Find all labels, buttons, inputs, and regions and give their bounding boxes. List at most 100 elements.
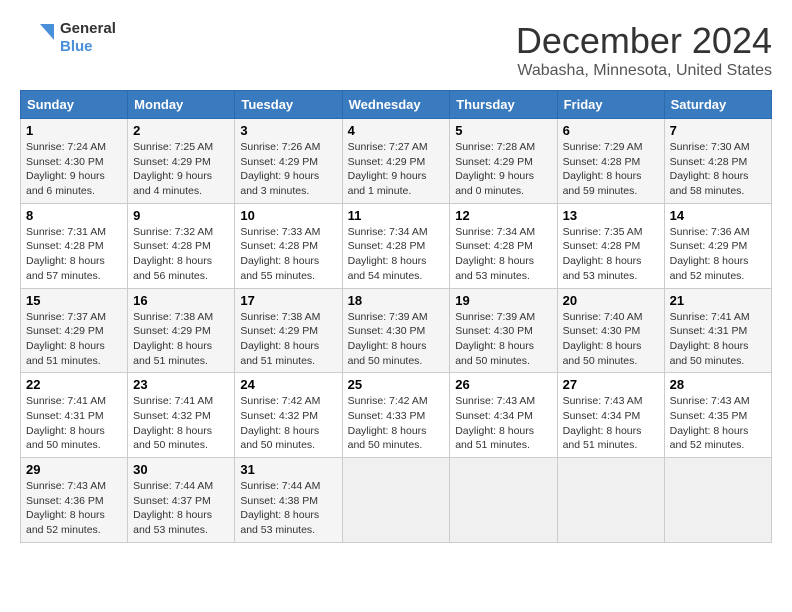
calendar-week-2: 15 Sunrise: 7:37 AMSunset: 4:29 PMDayligh…	[21, 288, 772, 373]
calendar-cell: 19 Sunrise: 7:39 AMSunset: 4:30 PMDayligh…	[450, 288, 557, 373]
calendar-cell: 27Sunrise: 7:43 AMSunset: 4:34 PMDayligh…	[557, 373, 664, 458]
day-info: Sunrise: 7:30 AMSunset: 4:28 PMDaylight:…	[670, 140, 766, 199]
calendar-week-4: 29 Sunrise: 7:43 AMSunset: 4:36 PMDayligh…	[21, 458, 772, 543]
header-row: SundayMondayTuesdayWednesdayThursdayFrid…	[21, 91, 772, 119]
day-info: Sunrise: 7:25 AMSunset: 4:29 PMDaylight:…	[133, 140, 229, 199]
day-number: 8	[26, 208, 122, 223]
header: General Blue December 2024 Wabasha, Minn…	[20, 20, 772, 80]
day-info: Sunrise: 7:42 AMSunset: 4:32 PMDaylight:…	[240, 394, 336, 453]
col-header-wednesday: Wednesday	[342, 91, 450, 119]
calendar-cell: 16 Sunrise: 7:38 AMSunset: 4:29 PMDayligh…	[128, 288, 235, 373]
day-number: 17	[240, 293, 336, 308]
calendar-cell: 25 Sunrise: 7:42 AMSunset: 4:33 PMDayligh…	[342, 373, 450, 458]
calendar-cell: 17Sunrise: 7:38 AMSunset: 4:29 PMDayligh…	[235, 288, 342, 373]
col-header-monday: Monday	[128, 91, 235, 119]
day-info: Sunrise: 7:44 AMSunset: 4:38 PMDaylight:…	[240, 479, 336, 538]
calendar-week-3: 22Sunrise: 7:41 AMSunset: 4:31 PMDayligh…	[21, 373, 772, 458]
day-number: 31	[240, 462, 336, 477]
day-info: Sunrise: 7:38 AMSunset: 4:29 PMDaylight:…	[133, 310, 229, 369]
col-header-thursday: Thursday	[450, 91, 557, 119]
day-info: Sunrise: 7:32 AMSunset: 4:28 PMDaylight:…	[133, 225, 229, 284]
calendar-cell: 12 Sunrise: 7:34 AMSunset: 4:28 PMDayligh…	[450, 203, 557, 288]
day-number: 7	[670, 123, 766, 138]
day-number: 12	[455, 208, 551, 223]
calendar-cell: 26 Sunrise: 7:43 AMSunset: 4:34 PMDayligh…	[450, 373, 557, 458]
calendar-cell: 10Sunrise: 7:33 AMSunset: 4:28 PMDayligh…	[235, 203, 342, 288]
day-info: Sunrise: 7:31 AMSunset: 4:28 PMDaylight:…	[26, 225, 122, 284]
day-number: 19	[455, 293, 551, 308]
day-info: Sunrise: 7:39 AMSunset: 4:30 PMDaylight:…	[348, 310, 445, 369]
day-number: 5	[455, 123, 551, 138]
logo-graphic	[20, 20, 56, 56]
day-info: Sunrise: 7:35 AMSunset: 4:28 PMDaylight:…	[563, 225, 659, 284]
title-area: December 2024 Wabasha, Minnesota, United…	[516, 20, 772, 80]
day-number: 25	[348, 377, 445, 392]
day-info: Sunrise: 7:34 AMSunset: 4:28 PMDaylight:…	[348, 225, 445, 284]
day-number: 2	[133, 123, 229, 138]
page-title: December 2024	[516, 20, 772, 62]
day-info: Sunrise: 7:26 AMSunset: 4:29 PMDaylight:…	[240, 140, 336, 199]
calendar-cell: 15 Sunrise: 7:37 AMSunset: 4:29 PMDayligh…	[21, 288, 128, 373]
day-number: 22	[26, 377, 122, 392]
calendar-cell	[664, 458, 771, 543]
calendar-cell: 20Sunrise: 7:40 AMSunset: 4:30 PMDayligh…	[557, 288, 664, 373]
calendar-cell: 5 Sunrise: 7:28 AMSunset: 4:29 PMDaylight…	[450, 119, 557, 204]
day-info: Sunrise: 7:43 AMSunset: 4:34 PMDaylight:…	[563, 394, 659, 453]
day-info: Sunrise: 7:24 AMSunset: 4:30 PMDaylight:…	[26, 140, 122, 199]
page-subtitle: Wabasha, Minnesota, United States	[516, 62, 772, 80]
col-header-tuesday: Tuesday	[235, 91, 342, 119]
calendar-cell: 7 Sunrise: 7:30 AMSunset: 4:28 PMDaylight…	[664, 119, 771, 204]
day-info: Sunrise: 7:28 AMSunset: 4:29 PMDaylight:…	[455, 140, 551, 199]
calendar-cell: 21 Sunrise: 7:41 AMSunset: 4:31 PMDayligh…	[664, 288, 771, 373]
calendar-cell: 29 Sunrise: 7:43 AMSunset: 4:36 PMDayligh…	[21, 458, 128, 543]
day-info: Sunrise: 7:36 AMSunset: 4:29 PMDaylight:…	[670, 225, 766, 284]
day-number: 6	[563, 123, 659, 138]
day-info: Sunrise: 7:34 AMSunset: 4:28 PMDaylight:…	[455, 225, 551, 284]
calendar-cell: 4Sunrise: 7:27 AMSunset: 4:29 PMDaylight…	[342, 119, 450, 204]
day-number: 26	[455, 377, 551, 392]
day-info: Sunrise: 7:42 AMSunset: 4:33 PMDaylight:…	[348, 394, 445, 453]
calendar-cell	[342, 458, 450, 543]
calendar-cell	[450, 458, 557, 543]
logo: General Blue	[20, 20, 116, 56]
day-number: 29	[26, 462, 122, 477]
calendar-cell: 28 Sunrise: 7:43 AMSunset: 4:35 PMDayligh…	[664, 373, 771, 458]
calendar-cell: 30Sunrise: 7:44 AMSunset: 4:37 PMDayligh…	[128, 458, 235, 543]
calendar-cell: 8 Sunrise: 7:31 AMSunset: 4:28 PMDaylight…	[21, 203, 128, 288]
day-info: Sunrise: 7:43 AMSunset: 4:34 PMDaylight:…	[455, 394, 551, 453]
day-info: Sunrise: 7:41 AMSunset: 4:31 PMDaylight:…	[670, 310, 766, 369]
day-info: Sunrise: 7:43 AMSunset: 4:36 PMDaylight:…	[26, 479, 122, 538]
day-info: Sunrise: 7:29 AMSunset: 4:28 PMDaylight:…	[563, 140, 659, 199]
day-info: Sunrise: 7:37 AMSunset: 4:29 PMDaylight:…	[26, 310, 122, 369]
day-number: 16	[133, 293, 229, 308]
calendar-cell	[557, 458, 664, 543]
day-number: 18	[348, 293, 445, 308]
col-header-saturday: Saturday	[664, 91, 771, 119]
day-number: 21	[670, 293, 766, 308]
calendar-cell: 2 Sunrise: 7:25 AMSunset: 4:29 PMDaylight…	[128, 119, 235, 204]
day-number: 11	[348, 208, 445, 223]
day-number: 24	[240, 377, 336, 392]
calendar-cell: 11 Sunrise: 7:34 AMSunset: 4:28 PMDayligh…	[342, 203, 450, 288]
calendar-cell: 13Sunrise: 7:35 AMSunset: 4:28 PMDayligh…	[557, 203, 664, 288]
day-info: Sunrise: 7:44 AMSunset: 4:37 PMDaylight:…	[133, 479, 229, 538]
col-header-friday: Friday	[557, 91, 664, 119]
day-info: Sunrise: 7:39 AMSunset: 4:30 PMDaylight:…	[455, 310, 551, 369]
day-info: Sunrise: 7:27 AMSunset: 4:29 PMDaylight:…	[348, 140, 445, 199]
calendar-table: SundayMondayTuesdayWednesdayThursdayFrid…	[20, 90, 772, 543]
calendar-cell: 9Sunrise: 7:32 AMSunset: 4:28 PMDaylight…	[128, 203, 235, 288]
calendar-cell: 23Sunrise: 7:41 AMSunset: 4:32 PMDayligh…	[128, 373, 235, 458]
calendar-cell: 22Sunrise: 7:41 AMSunset: 4:31 PMDayligh…	[21, 373, 128, 458]
day-info: Sunrise: 7:33 AMSunset: 4:28 PMDaylight:…	[240, 225, 336, 284]
day-number: 3	[240, 123, 336, 138]
calendar-cell: 3 Sunrise: 7:26 AMSunset: 4:29 PMDaylight…	[235, 119, 342, 204]
day-number: 28	[670, 377, 766, 392]
day-number: 23	[133, 377, 229, 392]
day-number: 1	[26, 123, 122, 138]
day-number: 15	[26, 293, 122, 308]
calendar-cell: 6 Sunrise: 7:29 AMSunset: 4:28 PMDaylight…	[557, 119, 664, 204]
calendar-week-1: 8 Sunrise: 7:31 AMSunset: 4:28 PMDaylight…	[21, 203, 772, 288]
calendar-cell: 24 Sunrise: 7:42 AMSunset: 4:32 PMDayligh…	[235, 373, 342, 458]
logo-text-general: General	[60, 20, 116, 38]
day-info: Sunrise: 7:43 AMSunset: 4:35 PMDaylight:…	[670, 394, 766, 453]
